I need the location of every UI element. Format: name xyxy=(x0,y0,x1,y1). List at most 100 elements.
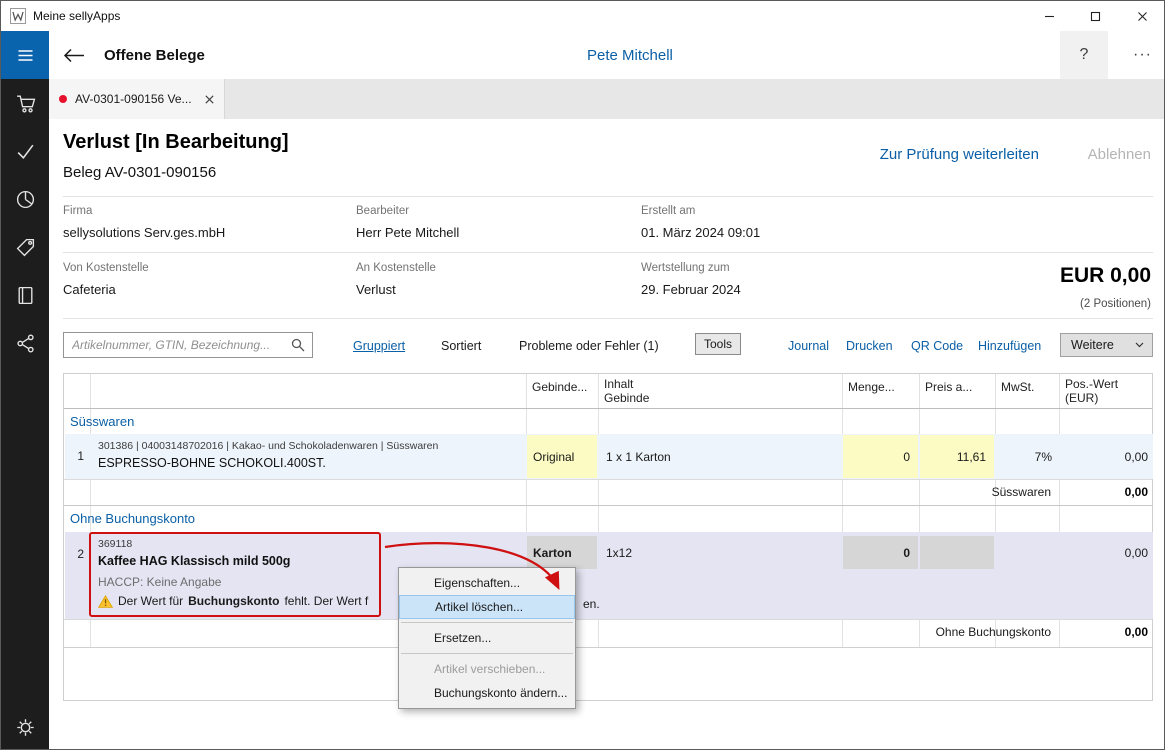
gebinde-cell[interactable]: Karton xyxy=(527,536,597,569)
back-button[interactable] xyxy=(59,43,89,67)
maximize-button[interactable] xyxy=(1072,1,1118,31)
sidebar-item-tasks[interactable] xyxy=(1,127,49,175)
menu-item-buchungskonto-aendern[interactable]: Buchungskonto ändern... xyxy=(399,681,575,705)
menu-item-artikel-loeschen[interactable]: Artikel löschen... xyxy=(399,595,575,619)
col-header-gebinde[interactable]: Gebinde... xyxy=(532,380,587,394)
preis-cell[interactable] xyxy=(920,536,994,569)
menu-item-label: Eigenschaften... xyxy=(434,576,520,590)
gear-icon xyxy=(15,717,36,738)
app-window: Meine sellyApps xyxy=(0,0,1165,750)
menu-item-label: Ersetzen... xyxy=(434,631,491,645)
group-divider xyxy=(64,647,1152,648)
preis-cell[interactable]: 11,61 xyxy=(920,435,994,478)
tab-close-button[interactable] xyxy=(205,95,214,104)
row-divider xyxy=(64,619,1152,620)
search-input[interactable] xyxy=(63,332,313,358)
article-meta: 369118 xyxy=(98,538,132,550)
sidebar-nav xyxy=(1,31,49,750)
field-value-bearbeiter: Herr Pete Mitchell xyxy=(356,225,459,240)
col-header-preis[interactable]: Preis a... xyxy=(925,380,972,394)
group-header-ohne-buchungskonto: Ohne Buchungskonto xyxy=(70,511,195,526)
sidebar-item-cart[interactable] xyxy=(1,79,49,127)
pie-chart-icon xyxy=(15,189,36,210)
positions-count: (2 Positionen) xyxy=(1080,298,1151,310)
field-value-firma: sellysolutions Serv.ges.mbH xyxy=(63,225,225,240)
menge-cell[interactable]: 0 xyxy=(843,536,918,569)
sidebar-item-menu[interactable] xyxy=(1,31,49,79)
positions-table: Gebinde... Inhalt Gebinde Menge... Preis… xyxy=(63,373,1153,701)
app-icon xyxy=(10,8,26,24)
grouped-toggle[interactable]: Gruppiert xyxy=(353,339,405,353)
menu-item-eigenschaften[interactable]: Eigenschaften... xyxy=(399,571,575,595)
help-button[interactable]: ? xyxy=(1060,31,1108,79)
col-header-mwst[interactable]: MwSt. xyxy=(1001,380,1034,394)
group-header-suesswaren: Süsswaren xyxy=(70,414,134,429)
wert-value: 0,00 xyxy=(1064,450,1148,464)
sidebar-item-journal[interactable] xyxy=(1,271,49,319)
sidebar-item-prices[interactable] xyxy=(1,223,49,271)
qr-code-link[interactable]: QR Code xyxy=(911,339,963,353)
close-icon xyxy=(1137,11,1148,22)
sidebar-item-share[interactable] xyxy=(1,319,49,367)
search-icon xyxy=(291,338,305,352)
tools-button[interactable]: Tools xyxy=(695,333,741,355)
row-divider xyxy=(64,479,1152,480)
col-header-wert-1[interactable]: Pos.-Wert xyxy=(1065,377,1118,391)
col-header-inhalt-2[interactable]: Gebinde xyxy=(604,391,649,405)
print-link[interactable]: Drucken xyxy=(846,339,893,353)
group-divider xyxy=(64,505,1152,506)
col-header-wert-2[interactable]: (EUR) xyxy=(1065,391,1098,405)
warning-text-tail: en. xyxy=(583,597,600,611)
sorted-toggle[interactable]: Sortiert xyxy=(441,339,481,353)
preis-value: 11,61 xyxy=(957,450,986,464)
close-icon xyxy=(205,95,214,104)
menu-item-label: Buchungskonto ändern... xyxy=(434,686,567,700)
field-value-von-kostenstelle: Cafeteria xyxy=(63,282,116,297)
tab-beleg[interactable]: AV-0301-090156 Ve... xyxy=(49,79,225,119)
journal-icon xyxy=(15,285,36,306)
menu-item-label: Artikel verschieben... xyxy=(434,662,545,676)
weitere-label: Weitere xyxy=(1071,338,1114,352)
user-link[interactable]: Pete Mitchell xyxy=(587,47,673,64)
warning-text-pre: Der Wert für xyxy=(118,594,183,608)
weitere-dropdown[interactable]: Weitere xyxy=(1060,333,1153,357)
article-name: ESPRESSO-BOHNE SCHOKOLI.400ST. xyxy=(98,456,326,470)
ellipsis-icon: ··· xyxy=(1133,46,1152,64)
field-label-firma: Firma xyxy=(63,205,92,217)
field-label-von-kostenstelle: Von Kostenstelle xyxy=(63,262,149,274)
sidebar-item-settings[interactable] xyxy=(1,703,49,750)
document-total: EUR 0,00 xyxy=(1060,264,1151,288)
minimize-button[interactable] xyxy=(1026,1,1072,31)
gebinde-value: Original xyxy=(533,450,574,464)
article-name: Kaffee HAG Klassisch mild 500g xyxy=(98,554,290,568)
menu-item-ersetzen[interactable]: Ersetzen... xyxy=(399,626,575,650)
tab-strip: AV-0301-090156 Ve... xyxy=(49,79,1165,119)
gebinde-value: Karton xyxy=(533,546,572,560)
problems-filter[interactable]: Probleme oder Fehler (1) xyxy=(519,339,659,353)
appbar-more-button[interactable]: ··· xyxy=(1119,31,1165,79)
add-link[interactable]: Hinzufügen xyxy=(978,339,1041,353)
col-header-inhalt-1[interactable]: Inhalt xyxy=(604,377,633,391)
help-icon: ? xyxy=(1080,46,1089,64)
close-button[interactable] xyxy=(1119,1,1165,31)
warning-icon xyxy=(98,595,113,608)
wert-value: 0,00 xyxy=(1064,546,1148,560)
divider xyxy=(63,252,1153,253)
field-label-erstellt-am: Erstellt am xyxy=(641,205,695,217)
menge-value: 0 xyxy=(903,450,910,464)
gebinde-cell[interactable]: Original xyxy=(527,435,597,478)
menge-cell[interactable]: 0 xyxy=(843,435,918,478)
warning-text-bold: Buchungskonto xyxy=(188,594,279,608)
warning-message: Der Wert für Buchungskonto fehlt. Der We… xyxy=(98,594,368,608)
col-header-menge[interactable]: Menge... xyxy=(848,380,895,394)
menu-item-artikel-verschieben: Artikel verschieben... xyxy=(399,657,575,681)
forward-for-review-link[interactable]: Zur Prüfung weiterleiten xyxy=(880,146,1039,163)
field-label-bearbeiter: Bearbeiter xyxy=(356,205,409,217)
mwst-value: 7% xyxy=(996,450,1052,464)
divider xyxy=(63,318,1153,319)
journal-link[interactable]: Journal xyxy=(788,339,829,353)
back-arrow-icon xyxy=(63,48,85,63)
sidebar-item-reports[interactable] xyxy=(1,175,49,223)
reject-link-disabled: Ablehnen xyxy=(1088,146,1151,163)
group-footer-value: 0,00 xyxy=(1064,625,1148,639)
